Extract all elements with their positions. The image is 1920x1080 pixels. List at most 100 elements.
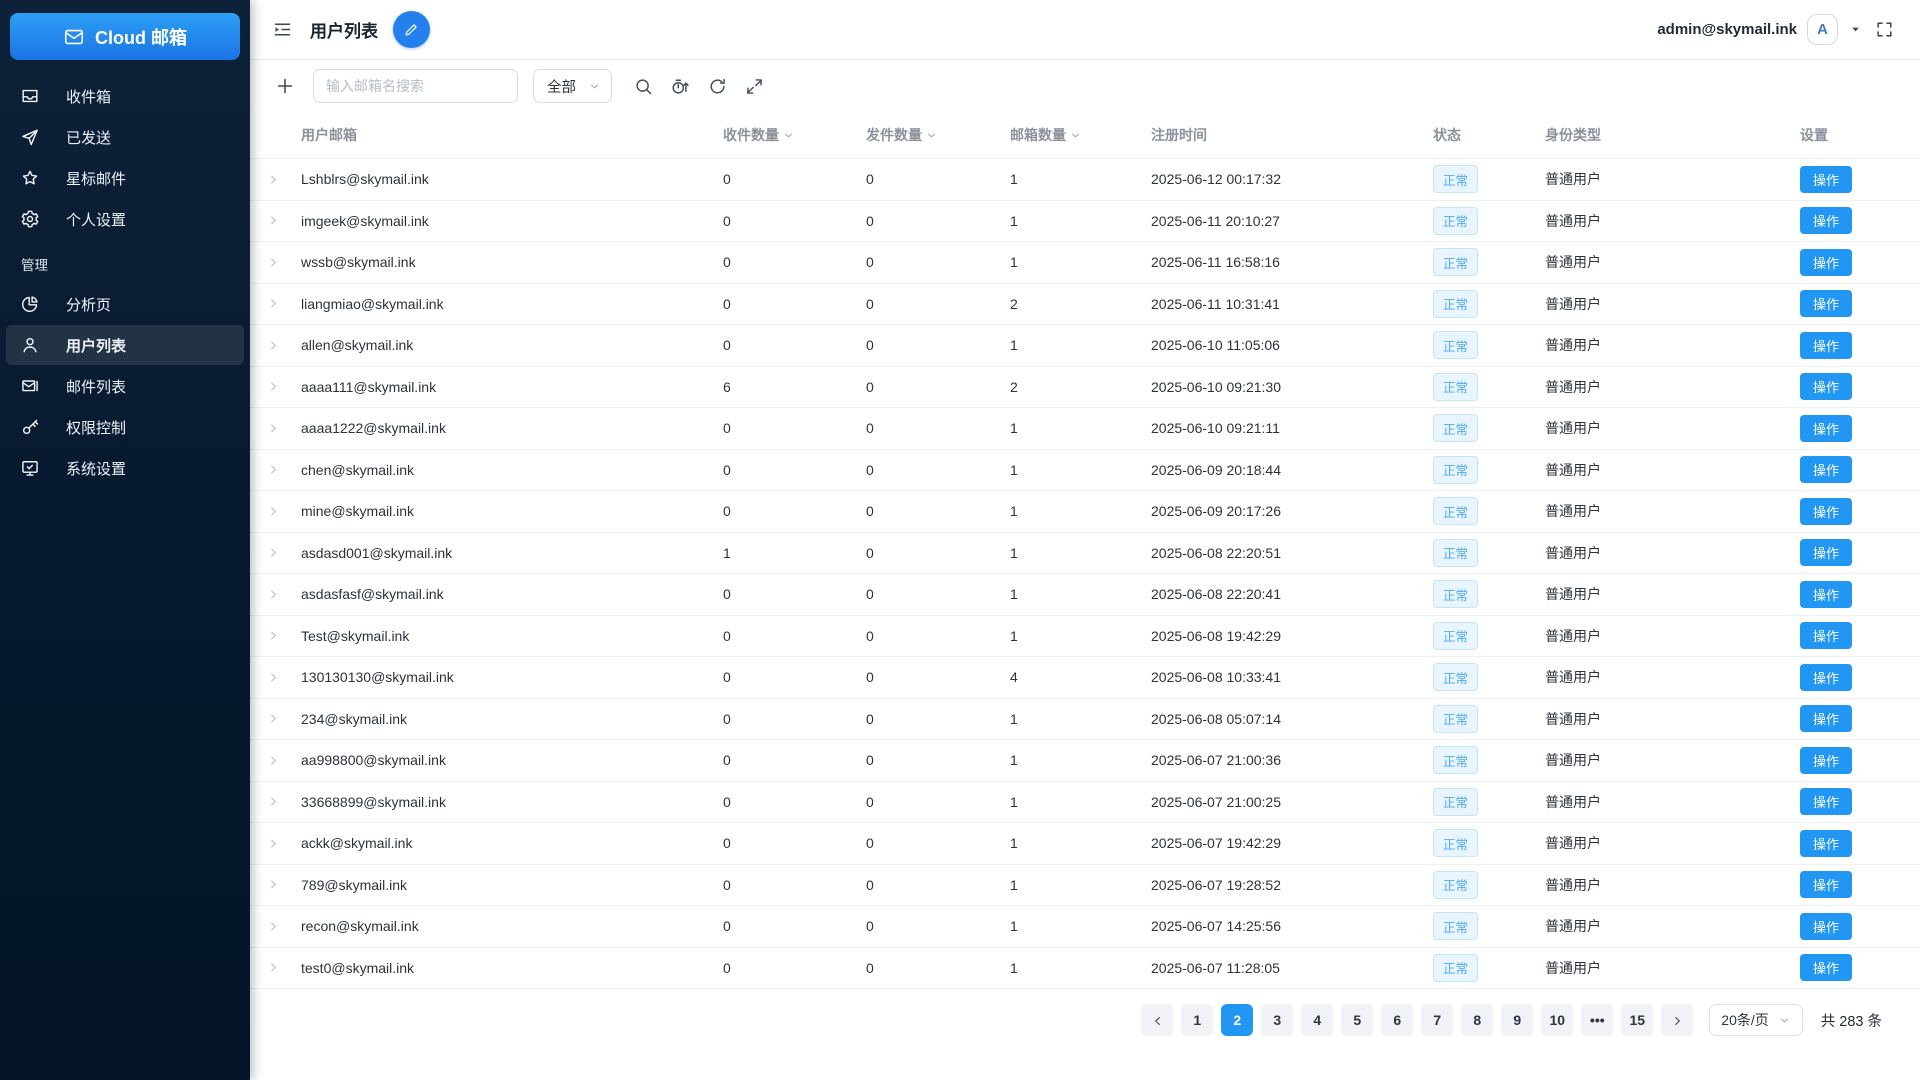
row-action-button[interactable]: 操作 (1800, 456, 1853, 484)
row-action-button[interactable]: 操作 (1800, 663, 1853, 691)
user-menu-button[interactable] (1848, 22, 1863, 37)
pagination-page-10[interactable]: 10 (1541, 1004, 1574, 1036)
row-action-button[interactable]: 操作 (1800, 331, 1853, 359)
sidebar-item-inbox[interactable]: 收件箱 (6, 76, 244, 116)
cell-status: 正常 (1428, 538, 1540, 567)
expand-table-button[interactable] (742, 74, 767, 99)
pagination-page-7[interactable]: 7 (1421, 1004, 1454, 1036)
pagination-page-6[interactable]: 6 (1381, 1004, 1414, 1036)
row-expand-button[interactable] (250, 920, 296, 933)
row-action-button[interactable]: 操作 (1800, 580, 1853, 608)
sidebar-item-user-list[interactable]: 用户列表 (6, 325, 244, 365)
sidebar-item-personal-settings[interactable]: 个人设置 (6, 199, 244, 239)
row-expand-button[interactable] (250, 422, 296, 435)
row-action-button[interactable]: 操作 (1800, 414, 1853, 442)
filter-select[interactable]: 全部 (533, 69, 612, 103)
sort-caret-icon[interactable] (925, 129, 938, 142)
cell-identity: 普通用户 (1545, 793, 1601, 810)
table-row: aa998800@skymail.ink 0 0 1 2025-06-07 21:00:… (250, 740, 1920, 782)
row-action-button[interactable]: 操作 (1800, 622, 1853, 650)
status-badge: 正常 (1433, 372, 1479, 401)
pagination-page-9[interactable]: 9 (1501, 1004, 1534, 1036)
row-action-button[interactable]: 操作 (1800, 248, 1853, 276)
column-header: 设置 (1795, 125, 1920, 145)
cell-action: 操作 (1795, 331, 1920, 359)
row-action-button[interactable]: 操作 (1800, 373, 1853, 401)
row-expand-button[interactable] (250, 380, 296, 393)
row-expand-button[interactable] (250, 463, 296, 476)
chevron-right-icon (267, 961, 280, 974)
cell-status: 正常 (1428, 248, 1540, 277)
row-action-button[interactable]: 操作 (1800, 165, 1853, 193)
row-expand-button[interactable] (250, 961, 296, 974)
row-action-button[interactable]: 操作 (1800, 954, 1853, 982)
cell-action: 操作 (1795, 912, 1920, 940)
avatar[interactable]: A (1807, 14, 1838, 45)
sidebar-item-mail-list[interactable]: 邮件列表 (6, 366, 244, 406)
row-expand-button[interactable] (250, 754, 296, 767)
row-expand-button[interactable] (250, 339, 296, 352)
row-expand-button[interactable] (250, 173, 296, 186)
sidebar-item-starred[interactable]: 星标邮件 (6, 158, 244, 198)
row-expand-button[interactable] (250, 256, 296, 269)
cell-mailbox-count: 2 (1010, 378, 1018, 395)
pagination-page-3[interactable]: 3 (1261, 1004, 1294, 1036)
pagination-page-4[interactable]: 4 (1301, 1004, 1334, 1036)
sort-caret-icon[interactable] (782, 129, 795, 142)
pagination-page-5[interactable]: 5 (1341, 1004, 1374, 1036)
pagination-page-15[interactable]: 15 (1621, 1004, 1654, 1036)
row-action-button[interactable]: 操作 (1800, 207, 1853, 235)
pagination-page-2[interactable]: 2 (1221, 1004, 1254, 1036)
status-badge: 正常 (1433, 538, 1479, 567)
status-badge: 正常 (1433, 414, 1479, 443)
table-row: asdasfasf@skymail.ink 0 0 1 2025-06-08 22:20… (250, 574, 1920, 616)
row-expand-button[interactable] (250, 837, 296, 850)
cell-email: ackk@skymail.ink (301, 835, 413, 852)
row-action-button[interactable]: 操作 (1800, 829, 1853, 857)
search-button[interactable] (631, 74, 656, 99)
chevron-right-icon (267, 588, 280, 601)
row-expand-button[interactable] (250, 505, 296, 518)
row-action-button[interactable]: 操作 (1800, 497, 1853, 525)
row-expand-button[interactable] (250, 546, 296, 559)
brand-logo-button[interactable]: Cloud 邮箱 (10, 13, 240, 60)
page-size-select[interactable]: 20条/页 (1709, 1004, 1803, 1036)
row-action-button[interactable]: 操作 (1800, 788, 1853, 816)
sort-caret-icon[interactable] (1069, 129, 1082, 142)
pagination-ellipsis[interactable]: ••• (1581, 1004, 1614, 1036)
row-action-button[interactable]: 操作 (1800, 871, 1853, 899)
cell-sent-count: 0 (866, 171, 874, 188)
row-expand-button[interactable] (250, 712, 296, 725)
row-action-button[interactable]: 操作 (1800, 912, 1853, 940)
row-expand-button[interactable] (250, 671, 296, 684)
pagination-page-8[interactable]: 8 (1461, 1004, 1494, 1036)
cell-registered-at: 2025-06-08 22:20:41 (1151, 586, 1281, 603)
cell-email: 33668899@skymail.ink (301, 793, 446, 810)
refresh-button[interactable] (705, 74, 730, 99)
sidebar-collapse-button[interactable] (270, 17, 295, 42)
row-expand-button[interactable] (250, 214, 296, 227)
sidebar-item-sent[interactable]: 已发送 (6, 117, 244, 157)
row-expand-button[interactable] (250, 297, 296, 310)
row-action-button[interactable]: 操作 (1800, 746, 1853, 774)
edit-button[interactable] (393, 11, 430, 48)
cell-status: 正常 (1428, 331, 1540, 360)
sidebar-item-system-settings[interactable]: 系统设置 (6, 448, 244, 488)
cell-registered-at: 2025-06-12 00:17:32 (1151, 171, 1281, 188)
row-action-button[interactable]: 操作 (1800, 539, 1853, 567)
row-expand-button[interactable] (250, 795, 296, 808)
add-user-button[interactable] (272, 73, 298, 99)
pagination-page-1[interactable]: 1 (1181, 1004, 1214, 1036)
row-action-button[interactable]: 操作 (1800, 290, 1853, 318)
row-expand-button[interactable] (250, 629, 296, 642)
pagination-prev-button[interactable] (1141, 1004, 1174, 1036)
search-input[interactable] (313, 69, 518, 103)
sidebar-item-permissions[interactable]: 权限控制 (6, 407, 244, 447)
row-expand-button[interactable] (250, 588, 296, 601)
sidebar-item-analytics[interactable]: 分析页 (6, 284, 244, 324)
pagination-next-button[interactable] (1661, 1004, 1694, 1036)
row-expand-button[interactable] (250, 878, 296, 891)
timer-sort-button[interactable] (668, 74, 693, 99)
row-action-button[interactable]: 操作 (1800, 705, 1853, 733)
fullscreen-button[interactable] (1873, 18, 1896, 41)
